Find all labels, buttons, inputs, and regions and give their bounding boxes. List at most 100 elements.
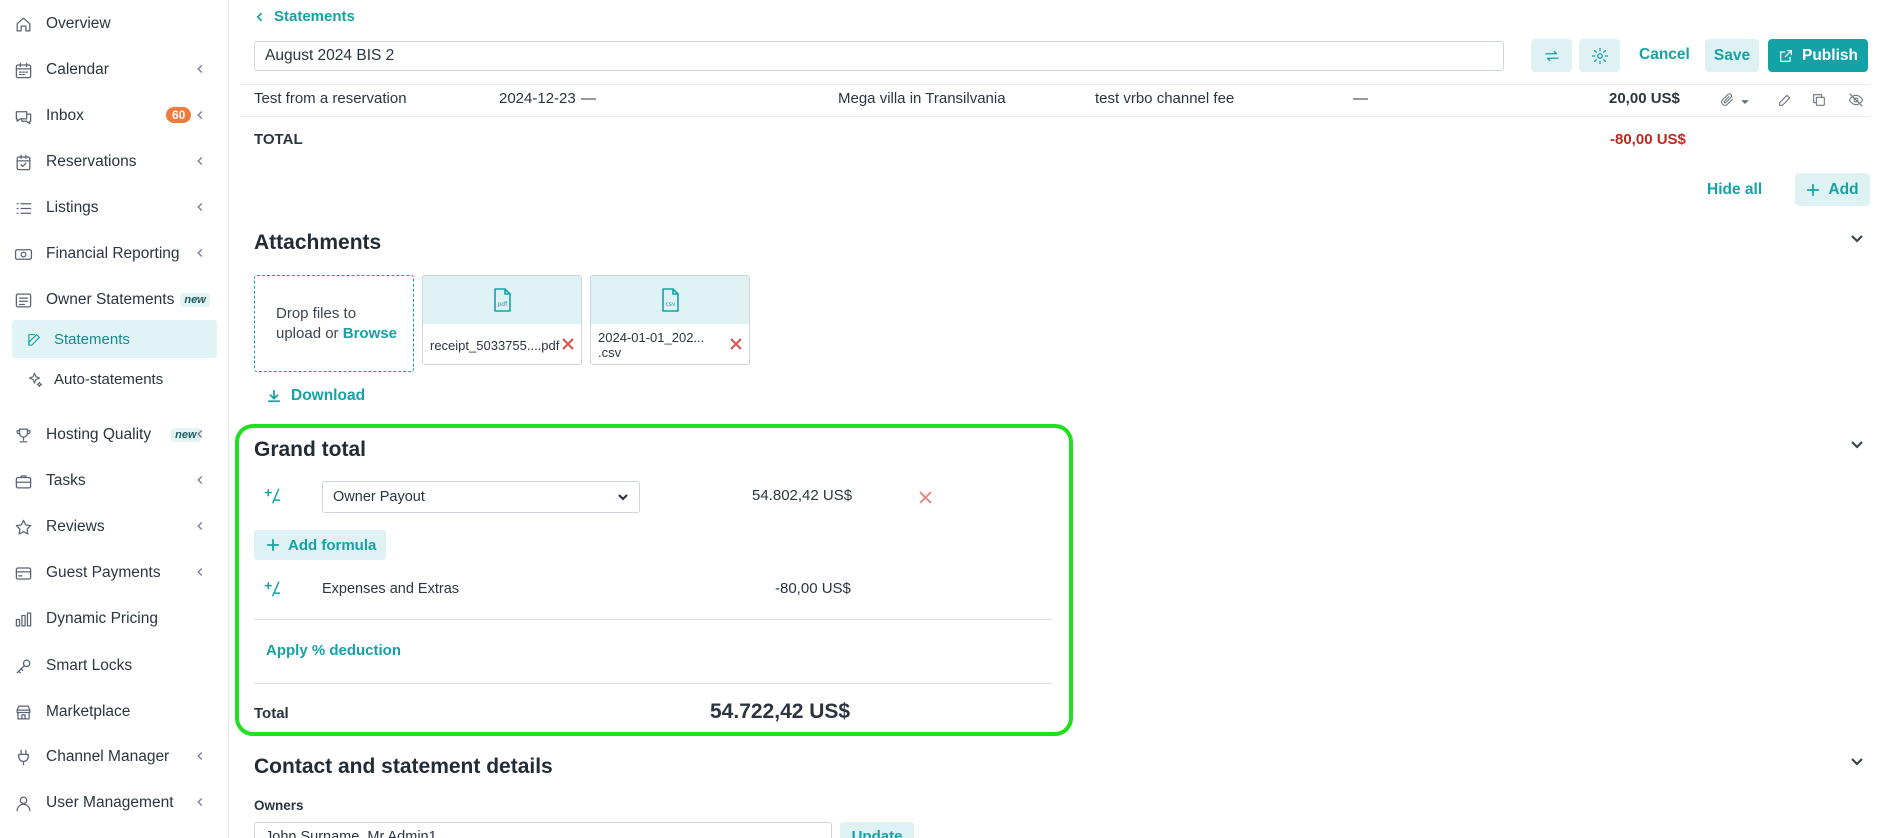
pdf-file-icon: pdf: [494, 288, 511, 312]
cancel-button[interactable]: Cancel: [1639, 46, 1690, 64]
sidebar-item-overview[interactable]: Overview: [0, 4, 229, 44]
save-button[interactable]: Save: [1705, 39, 1759, 72]
sidebar-item-listings[interactable]: Listings: [0, 188, 229, 228]
drop-text: upload or: [276, 325, 339, 342]
remove-attachment-button[interactable]: [730, 337, 742, 353]
chevron-left-icon: [193, 795, 209, 811]
sidebar-item-owner-statements[interactable]: Owner Statements new: [0, 280, 229, 320]
publish-button-label: Publish: [1802, 46, 1858, 64]
pencil-icon: [1779, 94, 1791, 106]
sidebar-item-financial-reporting[interactable]: Financial Reporting: [0, 234, 229, 274]
payments-icon: [12, 562, 34, 584]
expenses-and-extras-amount: -80,00 US$: [775, 580, 851, 597]
hide-all-button[interactable]: Hide all: [1707, 181, 1762, 199]
sidebar-item-label: Calendar: [46, 61, 109, 78]
add-formula-button[interactable]: Add formula: [254, 530, 386, 560]
sidebar-item-label: Reviews: [46, 518, 105, 535]
back-to-statements-link[interactable]: Statements: [254, 8, 355, 25]
contact-details-title: Contact and statement details: [254, 755, 553, 778]
sidebar-item-label: Tasks: [46, 472, 86, 489]
chevron-left-icon: [193, 246, 209, 262]
chevron-left-icon: [193, 519, 209, 535]
list-icon: [12, 197, 34, 219]
add-button-label: Add: [1828, 180, 1859, 198]
sidebar-item-reservations[interactable]: Reservations: [0, 142, 229, 182]
sidebar-item-label: Listings: [46, 199, 99, 216]
browse-link[interactable]: Browse: [343, 325, 397, 342]
attachments-collapse-toggle[interactable]: [1849, 230, 1865, 250]
sidebar-item-calendar[interactable]: Calendar: [0, 50, 229, 90]
table-row: Test from a reservation 2024-12-23 — Meg…: [0, 85, 1903, 117]
settings-button[interactable]: [1579, 39, 1620, 72]
sidebar-item-marketplace[interactable]: Marketplace: [0, 692, 229, 732]
sidebar-item-dynamic-pricing[interactable]: Dynamic Pricing: [0, 599, 229, 639]
sidebar-item-label: Channel Manager: [46, 748, 170, 765]
attachment-dropdown[interactable]: [1719, 92, 1751, 112]
sidebar-item-reviews[interactable]: Reviews: [0, 507, 229, 547]
chevron-left-icon: [193, 749, 209, 765]
paperclip-icon: [1721, 93, 1733, 106]
eye-off-icon: [1848, 93, 1864, 107]
sidebar-item-user-management[interactable]: User Management: [0, 783, 229, 823]
statement-title-input[interactable]: [254, 41, 1504, 71]
expense-dash: —: [581, 90, 596, 107]
sidebar-item-channel-manager[interactable]: Channel Manager: [0, 737, 229, 777]
star-icon: [12, 516, 34, 538]
expense-description: Test from a reservation: [254, 90, 407, 107]
attachment-filename: 2024-01-01_202... .csv: [598, 330, 705, 360]
svg-text:pdf: pdf: [498, 301, 509, 308]
plus-icon: [1807, 183, 1820, 196]
expense-listing-link[interactable]: Mega villa in Transilvania: [838, 90, 1006, 107]
chevron-left-icon: [193, 473, 209, 489]
statements-icon: [12, 289, 34, 311]
total-amount: 54.722,42 US$: [710, 700, 851, 723]
briefcase-icon: [12, 470, 34, 492]
sidebar-item-smart-locks[interactable]: Smart Locks: [0, 646, 229, 686]
chevron-down-icon: [1851, 441, 1863, 449]
expenses-and-extras-label: Expenses and Extras: [322, 581, 460, 597]
sidebar-item-label: Hosting Quality: [46, 426, 152, 443]
user-icon: [12, 792, 34, 814]
edit-row-button[interactable]: [1777, 92, 1793, 112]
owners-label: Owners: [254, 798, 304, 813]
remove-attachment-button[interactable]: [562, 337, 574, 353]
add-expense-button[interactable]: Add: [1795, 173, 1870, 206]
chevron-down-icon: [1851, 758, 1863, 766]
chevron-left-icon: [193, 62, 209, 78]
sidebar-subitem-auto-statements[interactable]: Auto-statements: [12, 360, 217, 398]
sidebar-item-guest-payments[interactable]: Guest Payments: [0, 553, 229, 593]
share-icon: [1780, 49, 1792, 62]
grand-total-collapse-toggle[interactable]: [1849, 436, 1865, 456]
sidebar-item-label: Dynamic Pricing: [46, 610, 158, 627]
download-label: Download: [291, 387, 366, 404]
divider: [254, 683, 1052, 684]
refresh-icon: [1544, 50, 1559, 61]
remove-formula-button[interactable]: [919, 491, 932, 508]
sidebar-item-hosting-quality[interactable]: Hosting Quality new: [0, 415, 229, 455]
file-drop-zone[interactable]: Drop files to upload or Browse: [254, 275, 414, 372]
duplicate-row-button[interactable]: [1811, 92, 1827, 112]
plus-icon: [266, 538, 280, 552]
key-icon: [12, 655, 34, 677]
chevron-down-icon: [193, 292, 209, 308]
attachment-card-pdf[interactable]: pdf receipt_5033755....pdf: [422, 275, 582, 365]
sync-button[interactable]: [1531, 39, 1572, 72]
sidebar-subitem-statements[interactable]: Statements: [12, 320, 217, 358]
expenses-total-amount: -80,00 US$: [1610, 131, 1686, 148]
chevron-left-icon: [193, 154, 209, 170]
attachment-card-csv[interactable]: csv 2024-01-01_202... .csv: [590, 275, 750, 365]
publish-button[interactable]: Publish: [1768, 39, 1868, 72]
sidebar-item-label: Reservations: [46, 153, 137, 170]
download-attachments-button[interactable]: Download: [267, 387, 365, 405]
chevron-left-icon: [193, 200, 209, 216]
apply-deduction-button[interactable]: Apply % deduction: [266, 642, 401, 659]
formula-select[interactable]: Owner Payout: [322, 481, 640, 513]
contact-collapse-toggle[interactable]: [1849, 753, 1865, 773]
expense-category-link[interactable]: test vrbo channel fee: [1095, 90, 1234, 107]
home-icon: [12, 13, 34, 35]
update-owners-button[interactable]: Update: [840, 822, 914, 838]
hide-row-button[interactable]: [1848, 92, 1864, 112]
sidebar-item-tasks[interactable]: Tasks: [0, 461, 229, 501]
owners-input[interactable]: John Surname, Mr Admin1: [254, 822, 832, 838]
close-icon: [730, 337, 742, 350]
